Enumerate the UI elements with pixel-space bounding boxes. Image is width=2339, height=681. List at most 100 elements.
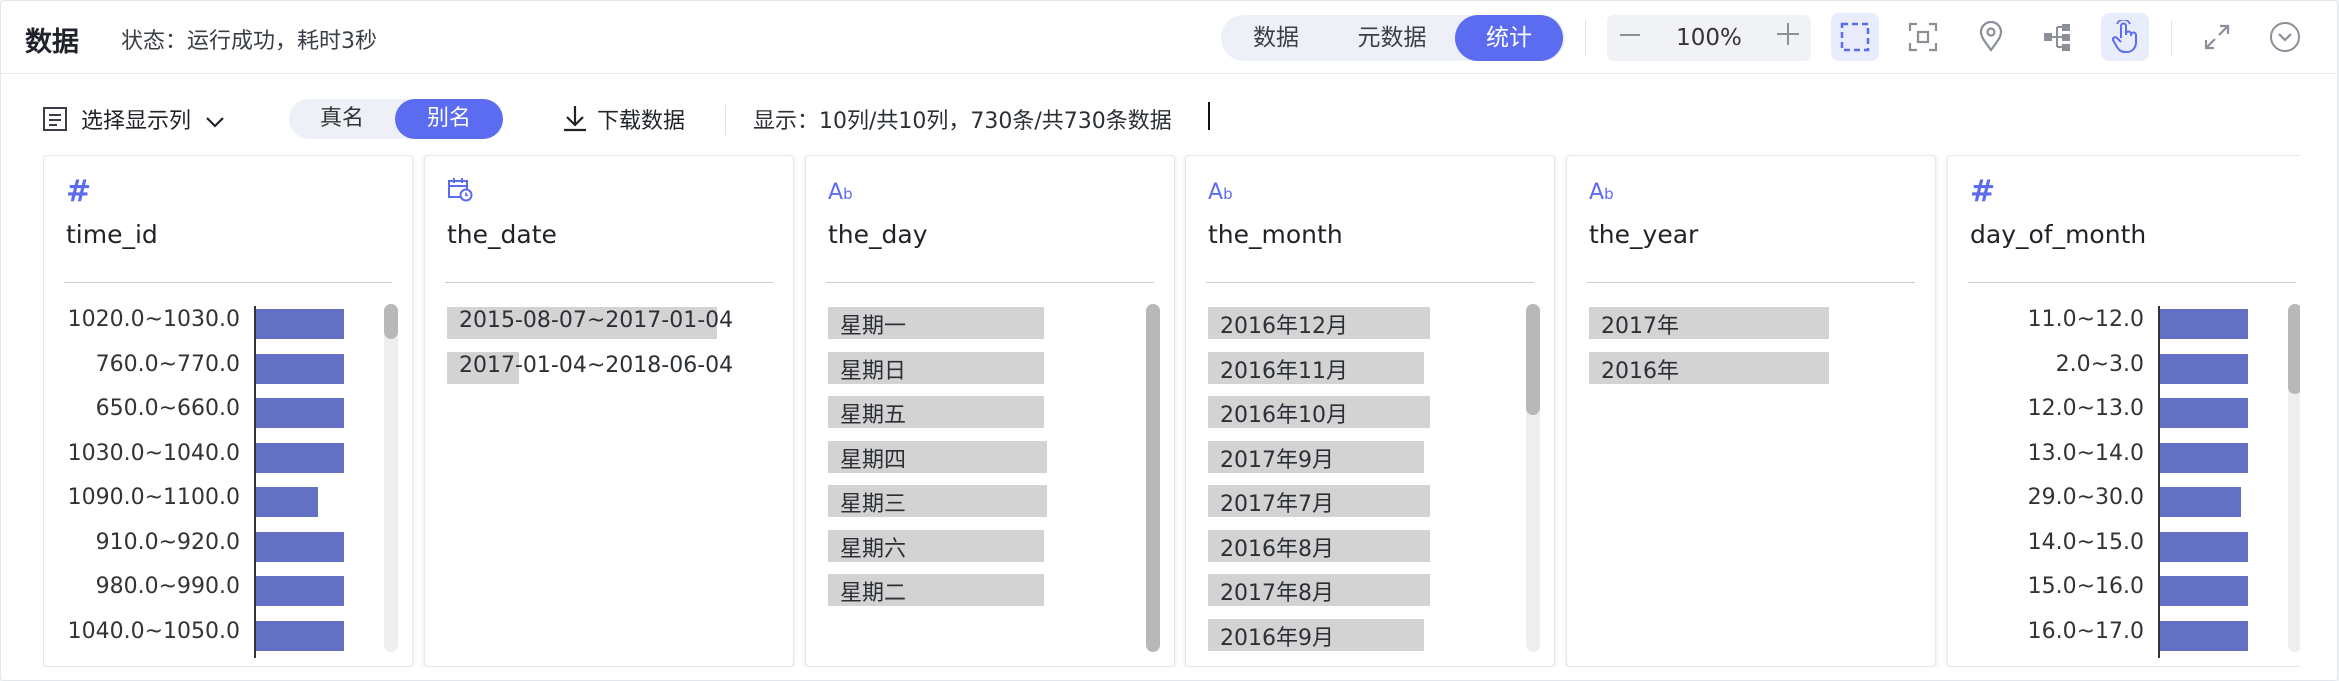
value-row[interactable]: 2017-01-04~2018-06-04 — [447, 347, 747, 387]
column-name: the_date — [447, 220, 557, 249]
fit-screen-button[interactable] — [1899, 13, 1947, 61]
histogram-bar[interactable] — [256, 398, 344, 428]
hand-pointer-icon — [2111, 20, 2137, 53]
value-row[interactable]: 2016年 — [1589, 347, 1889, 387]
scrollbar-thumb[interactable] — [1146, 304, 1160, 652]
card-scrollbar[interactable] — [1146, 304, 1160, 652]
histogram-bar[interactable] — [256, 531, 344, 562]
value-row[interactable]: 2015-08-07~2017-01-04 — [447, 302, 747, 342]
text-cursor — [1208, 102, 1210, 130]
select-columns-label: 选择显示列 — [81, 109, 192, 134]
histogram-bin-label: 980.0~990.0 — [95, 574, 240, 599]
column-stats-cards: # time_id 1020.0~1030.0 760.0~770.0 650.0~66… — [43, 155, 2300, 667]
scrollbar-thumb[interactable] — [1526, 304, 1540, 415]
select-area-icon — [1840, 22, 1870, 52]
value-label: 星期一 — [840, 314, 907, 339]
histogram-bin-label: 12.0~13.0 — [2027, 396, 2144, 421]
display-info: 显示：10列/共10列，730条/共730条数据 — [753, 109, 1172, 134]
fullscreen-button[interactable] — [2193, 13, 2241, 61]
card-divider — [1968, 282, 2296, 283]
download-data-button[interactable]: 下载数据 — [597, 103, 685, 135]
histogram-bin-label: 760.0~770.0 — [95, 351, 240, 377]
histogram-bar[interactable] — [2160, 576, 2248, 606]
histogram-bin-label: 14.0~15.0 — [2027, 529, 2144, 555]
value-row[interactable]: 星期六 — [828, 525, 1128, 565]
tab-data[interactable]: 数据 — [1221, 15, 1331, 61]
select-columns-button[interactable]: 选择显示列 — [81, 103, 226, 135]
card-divider — [1587, 282, 1915, 283]
value-row[interactable]: 2017年9月 — [1208, 436, 1508, 476]
column-card-the-year: Ab the_year 2017年 2016年 — [1566, 155, 1936, 667]
column-card-the-month: Ab the_month 2016年12月 2016年11月 2016年10月 2017年… — [1185, 155, 1555, 667]
value-label: 星期日 — [840, 358, 907, 384]
real-name-option[interactable]: 真名 — [289, 99, 395, 139]
value-label: 2016年 — [1601, 358, 1679, 384]
alias-option[interactable]: 别名 — [395, 99, 503, 139]
zoom-out-button[interactable] — [1607, 15, 1653, 61]
value-row[interactable]: 星期三 — [828, 480, 1128, 520]
value-row[interactable]: 2016年9月 — [1208, 614, 1508, 654]
text-type-icon: Ab — [828, 180, 853, 205]
value-label: 星期六 — [840, 536, 907, 562]
numeric-type-icon: # — [1970, 174, 1996, 209]
value-row[interactable]: 2017年7月 — [1208, 480, 1508, 520]
pan-mode-button[interactable] — [2101, 13, 2149, 61]
value-row[interactable]: 星期二 — [828, 569, 1128, 609]
histogram-bar[interactable] — [2160, 531, 2248, 562]
value-row[interactable]: 星期一 — [828, 302, 1128, 342]
histogram-bar[interactable] — [2160, 442, 2248, 473]
histogram-bar[interactable] — [2160, 398, 2248, 428]
zoom-in-button[interactable] — [1765, 15, 1811, 61]
value-label: 星期五 — [840, 403, 907, 428]
divider — [1585, 20, 1586, 56]
select-area-button[interactable] — [1831, 13, 1879, 61]
card-scrollbar[interactable] — [1526, 304, 1540, 652]
histogram-bar[interactable] — [256, 353, 344, 384]
value-row[interactable]: 2016年8月 — [1208, 525, 1508, 565]
value-row[interactable]: 2017年8月 — [1208, 569, 1508, 609]
tab-statistics[interactable]: 统计 — [1455, 15, 1563, 61]
value-label: 2016年11月 — [1220, 358, 1348, 384]
card-scrollbar[interactable] — [384, 304, 398, 652]
histogram-bin-label: 11.0~12.0 — [2027, 307, 2144, 332]
histogram-bar[interactable] — [256, 576, 344, 606]
card-scrollbar[interactable] — [2288, 304, 2300, 652]
histogram-bar[interactable] — [2160, 620, 2248, 651]
tree-layout-button[interactable] — [2033, 13, 2081, 61]
scrollbar-thumb[interactable] — [2288, 304, 2300, 394]
tree-structure-icon — [2044, 24, 2070, 51]
card-divider — [445, 282, 773, 283]
histogram-bar[interactable] — [256, 487, 318, 517]
scrollbar-thumb[interactable] — [384, 304, 398, 339]
column-list-icon — [43, 107, 67, 131]
histogram-bar[interactable] — [256, 442, 344, 473]
histogram-bar[interactable] — [2160, 487, 2241, 517]
column-card-day-of-month: # day_of_month 11.0~12.0 2.0~3.0 12.0~13.0 13… — [1947, 155, 2300, 667]
card-divider — [826, 282, 1154, 283]
histogram-bar[interactable] — [256, 309, 344, 339]
value-row[interactable]: 2016年12月 — [1208, 302, 1508, 342]
tab-metadata[interactable]: 元数据 — [1331, 15, 1453, 61]
column-name: the_month — [1208, 220, 1343, 249]
collapse-button[interactable] — [2261, 13, 2309, 61]
value-row[interactable]: 2016年10月 — [1208, 391, 1508, 431]
histogram-bar[interactable] — [2160, 309, 2248, 339]
value-row[interactable]: 2016年11月 — [1208, 347, 1508, 387]
minus-icon — [1620, 34, 1640, 36]
value-row[interactable]: 星期五 — [828, 391, 1128, 431]
histogram-bin-label: 1040.0~1050.0 — [67, 618, 240, 644]
divider — [725, 105, 726, 135]
histogram-bin-label: 1020.0~1030.0 — [67, 307, 240, 332]
histogram-bar[interactable] — [256, 620, 344, 651]
histogram-bin-label: 16.0~17.0 — [2027, 618, 2144, 644]
histogram-bar[interactable] — [2160, 353, 2248, 384]
value-row[interactable]: 2017年 — [1589, 302, 1889, 342]
fullscreen-icon — [2204, 24, 2230, 50]
value-row[interactable]: 星期四 — [828, 436, 1128, 476]
histogram-bin-label: 2.0~3.0 — [2055, 351, 2144, 377]
location-button[interactable] — [1967, 13, 2015, 61]
column-card-the-date: the_date 2015-08-07~2017-01-04 2017-01-04~… — [424, 155, 794, 667]
value-row[interactable]: 星期日 — [828, 347, 1128, 387]
value-label: 2016年12月 — [1220, 314, 1348, 339]
chevron-down-icon — [206, 117, 224, 128]
